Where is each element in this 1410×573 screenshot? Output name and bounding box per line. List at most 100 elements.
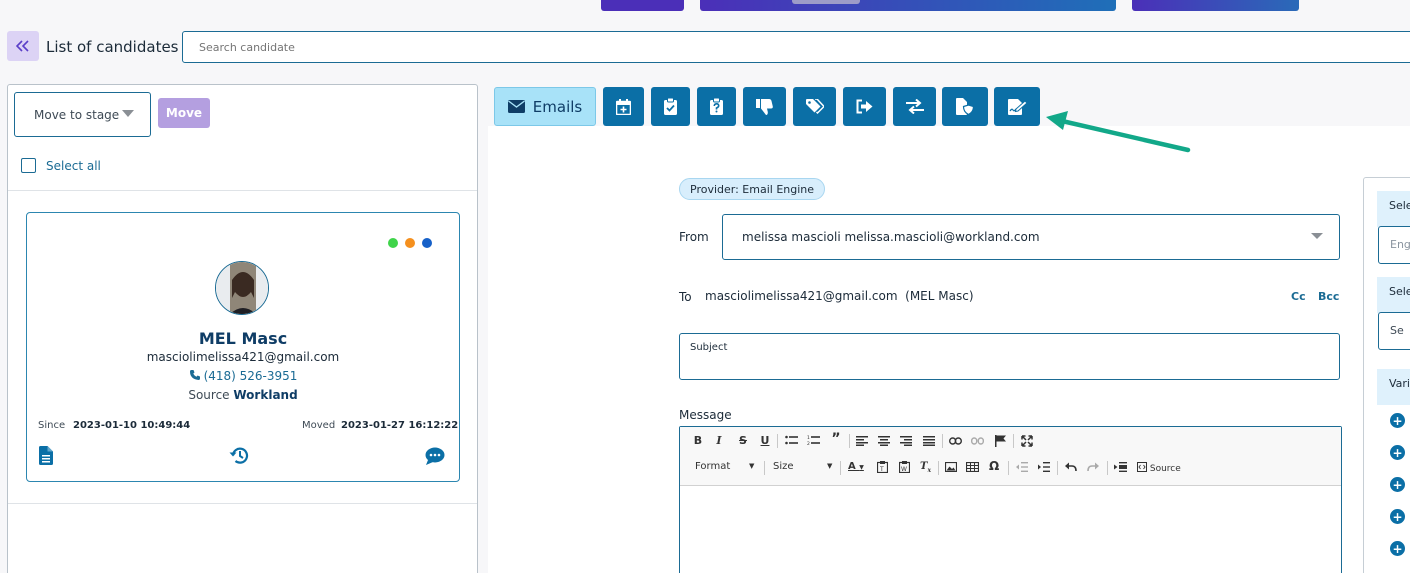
calendar-plus-icon (616, 98, 631, 115)
add-variable-icon[interactable]: + (1390, 509, 1405, 524)
toolbar-separator (1013, 434, 1014, 448)
top-action-button-1[interactable] (601, 0, 684, 11)
status-dot-green (388, 238, 398, 248)
document-icon[interactable] (39, 446, 53, 465)
size-select[interactable]: Size ▼ (773, 461, 837, 472)
svg-text:W: W (901, 466, 907, 473)
status-dot-blue (422, 238, 432, 248)
candidate-phone[interactable]: (418) 526-3951 (26, 369, 460, 383)
indent-icon[interactable] (1038, 462, 1050, 472)
questionnaire-button[interactable] (697, 87, 736, 126)
link-icon[interactable] (949, 437, 962, 445)
source-label: Source (1149, 464, 1181, 474)
add-variable-icon[interactable]: + (1390, 413, 1405, 428)
add-variable-icon[interactable]: + (1390, 445, 1405, 460)
top-action-button-2[interactable] (700, 0, 1116, 11)
paste-text-icon[interactable]: T (877, 461, 888, 473)
select-header-1: Sele (1377, 191, 1410, 227)
assign-task-button[interactable] (651, 87, 690, 126)
schedule-event-button[interactable] (603, 87, 644, 126)
subject-input[interactable] (679, 333, 1340, 380)
anchor-flag-icon[interactable] (995, 435, 1006, 447)
message-label: Message (679, 408, 732, 422)
candidate-name[interactable]: MEL Masc (26, 329, 460, 348)
toolbar-separator (1057, 461, 1058, 475)
tags-button[interactable] (793, 87, 836, 126)
from-select[interactable]: melissa mascioli melissa.mascioli@workla… (722, 214, 1340, 260)
select-input-2[interactable]: Se (1378, 312, 1410, 350)
cc-link[interactable]: Cc (1291, 290, 1306, 303)
reject-button[interactable] (743, 87, 786, 126)
toolbar-separator (764, 461, 765, 475)
toolbar-separator (942, 434, 943, 448)
bcc-link[interactable]: Bcc (1318, 290, 1339, 303)
export-button[interactable] (843, 87, 886, 126)
remove-format-button[interactable]: Tx (920, 461, 931, 474)
toolbar-separator (777, 434, 778, 448)
from-label: From (679, 230, 709, 244)
redo-icon[interactable] (1087, 462, 1099, 472)
toolbar-separator (938, 461, 939, 475)
top-action-button-3[interactable] (1132, 0, 1299, 11)
table-icon[interactable] (966, 462, 979, 472)
comment-icon[interactable] (425, 447, 445, 465)
select-all-checkbox[interactable] (21, 158, 36, 173)
bulleted-list-icon[interactable] (785, 435, 798, 446)
avatar (215, 261, 269, 315)
svg-text:T: T (879, 466, 884, 473)
underline-button[interactable]: U (757, 434, 773, 447)
history-icon[interactable] (229, 446, 249, 465)
annotation-arrow (1046, 111, 1191, 153)
italic-button[interactable]: I (711, 434, 727, 447)
align-center-icon[interactable] (878, 436, 890, 446)
blockquote-button[interactable]: ” (828, 431, 844, 447)
format-select[interactable]: Format ▼ (695, 461, 761, 472)
collapse-button[interactable] (7, 31, 39, 61)
provider-badge: Provider: Email Engine (679, 178, 826, 200)
clipboard-question-icon (710, 98, 723, 115)
add-variable-icon[interactable]: + (1390, 541, 1405, 556)
text-color-button[interactable]: A ▼ (848, 461, 864, 472)
signature-button[interactable] (994, 87, 1040, 126)
move-button[interactable]: Move (158, 98, 210, 128)
subject-label: Subject (690, 342, 728, 353)
status-dot-orange (405, 238, 415, 248)
page-title: List of candidates (46, 38, 179, 56)
justify-icon[interactable] (923, 436, 935, 446)
toolbar-separator (1008, 461, 1009, 475)
unlink-icon[interactable] (971, 437, 984, 445)
editor-toolbar (680, 427, 1341, 486)
stage-select-value: Move to stage (34, 107, 120, 122)
image-icon[interactable] (945, 462, 957, 472)
select-all-label: Select all (46, 159, 101, 173)
svg-text:2: 2 (807, 441, 810, 446)
privacy-button[interactable] (942, 87, 988, 126)
toolbar-separator (1107, 461, 1108, 475)
bold-button[interactable]: B (690, 434, 706, 447)
search-input[interactable] (182, 31, 1410, 63)
strikethrough-button[interactable]: S (735, 434, 751, 447)
paste-word-icon[interactable]: W (899, 461, 910, 473)
file-shield-icon (956, 98, 974, 115)
transfer-button[interactable] (893, 87, 936, 126)
insert-block-icon[interactable] (1114, 462, 1127, 472)
align-left-icon[interactable] (856, 436, 868, 446)
tags-icon (805, 98, 824, 114)
maximize-icon[interactable] (1021, 435, 1033, 447)
source-label: Source (188, 388, 230, 402)
numbered-list-icon[interactable]: 12 (807, 435, 820, 446)
thumbs-down-icon (756, 98, 773, 115)
emails-tab-button[interactable]: Emails (494, 87, 596, 126)
divider (8, 190, 477, 191)
envelope-icon (507, 100, 525, 113)
to-label: To (679, 290, 692, 304)
outdent-icon[interactable] (1016, 462, 1028, 472)
select-input-1[interactable]: Eng (1378, 226, 1410, 264)
source-button[interactable]: Source (1137, 462, 1181, 474)
add-variable-icon[interactable]: + (1390, 477, 1405, 492)
toolbar-separator (849, 434, 850, 448)
align-right-icon[interactable] (900, 436, 912, 446)
special-char-button[interactable]: Ω (989, 459, 999, 473)
undo-icon[interactable] (1065, 462, 1077, 472)
phone-value: (418) 526-3951 (203, 369, 298, 383)
